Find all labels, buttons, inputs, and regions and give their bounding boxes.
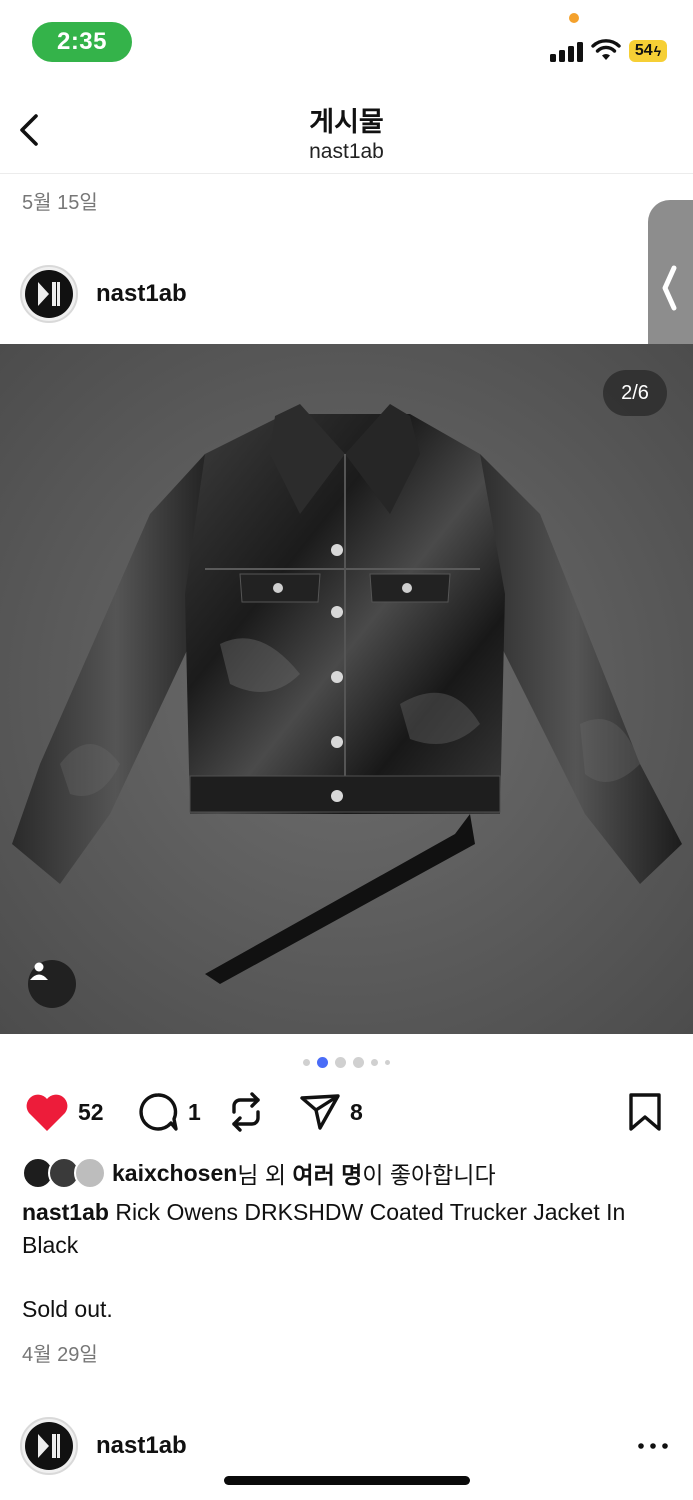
page-subtitle[interactable]: nast1ab: [0, 140, 693, 164]
save-button[interactable]: [626, 1090, 664, 1134]
liked-by-text-1: 님 외: [237, 1162, 293, 1188]
page-title: 게시물: [309, 107, 384, 137]
post-author-row: nast1ab: [0, 254, 693, 334]
share-button[interactable]: 8: [298, 1090, 363, 1134]
caption-author[interactable]: nast1ab: [22, 1199, 109, 1225]
carousel-dot: [303, 1058, 310, 1066]
tagged-people-button[interactable]: [28, 960, 76, 1008]
status-bar: 2:35 54 ϟ: [0, 0, 693, 82]
chevron-left-icon: [662, 265, 677, 311]
liked-by-user[interactable]: kaixchosen: [112, 1160, 237, 1187]
post-username[interactable]: nast1ab: [96, 280, 187, 308]
previous-post-date: 5월 15일: [22, 192, 98, 214]
repost-icon: [232, 1092, 260, 1132]
comment-count: 1: [188, 1098, 201, 1125]
status-time[interactable]: 2:35: [32, 22, 132, 62]
post-header-bar: 게시물 nast1ab: [0, 82, 693, 174]
liked-by-text-2: 이 좋아합니다: [362, 1162, 496, 1188]
brand-logo-icon: [38, 1434, 60, 1458]
next-post-author-row: nast1ab: [0, 1406, 693, 1486]
jacket-photo: [0, 344, 693, 1034]
brand-logo-icon: [38, 282, 60, 306]
next-post-username[interactable]: nast1ab: [96, 1432, 187, 1460]
image-counter: 2/6: [603, 370, 667, 416]
share-count: 8: [350, 1098, 363, 1125]
person-icon: [30, 962, 48, 980]
bookmark-icon: [629, 1093, 661, 1131]
caption-text: Rick Owens DRKSHDW Coated Trucker Jacket…: [22, 1199, 632, 1258]
post-caption: nast1ab Rick Owens DRKSHDW Coated Trucke…: [22, 1196, 662, 1262]
privacy-indicator-dot: [569, 13, 579, 23]
comment-button[interactable]: 1: [136, 1090, 201, 1134]
avatar[interactable]: [20, 1417, 78, 1475]
liked-by-row[interactable]: kaixchosen 님 외 여러 명 이 좋아합니다: [22, 1156, 496, 1190]
carousel-dot-active: [317, 1056, 328, 1068]
avatar[interactable]: [20, 265, 78, 323]
liked-by-others[interactable]: 여러 명: [292, 1156, 362, 1190]
more-options-icon[interactable]: [633, 1436, 673, 1456]
battery-level: 54: [634, 42, 653, 59]
post-date: 4월 29일: [22, 1344, 98, 1366]
battery-charging-icon: 54 ϟ: [629, 40, 667, 62]
wifi-icon: [591, 39, 621, 60]
like-count: 52: [78, 1098, 104, 1125]
heart-icon: [26, 1094, 68, 1131]
liked-by-avatars: [22, 1156, 106, 1190]
carousel-dot: [335, 1056, 346, 1068]
post-image[interactable]: 2/6: [0, 344, 693, 1034]
like-button[interactable]: 52: [24, 1090, 104, 1134]
cellular-signal-icon: [550, 40, 584, 62]
repost-button[interactable]: [226, 1090, 274, 1134]
carousel-indicator: [0, 1055, 693, 1069]
carousel-dot: [371, 1058, 378, 1066]
carousel-dot: [385, 1059, 390, 1065]
comment-bubble-icon: [139, 1093, 178, 1131]
post-actions: 52 1 8: [0, 1090, 693, 1134]
caption-extra: Sold out.: [22, 1296, 113, 1322]
home-indicator[interactable]: [224, 1476, 470, 1485]
avatar: [74, 1157, 106, 1189]
send-paper-plane-icon: [300, 1094, 340, 1130]
carousel-dot: [353, 1056, 364, 1068]
